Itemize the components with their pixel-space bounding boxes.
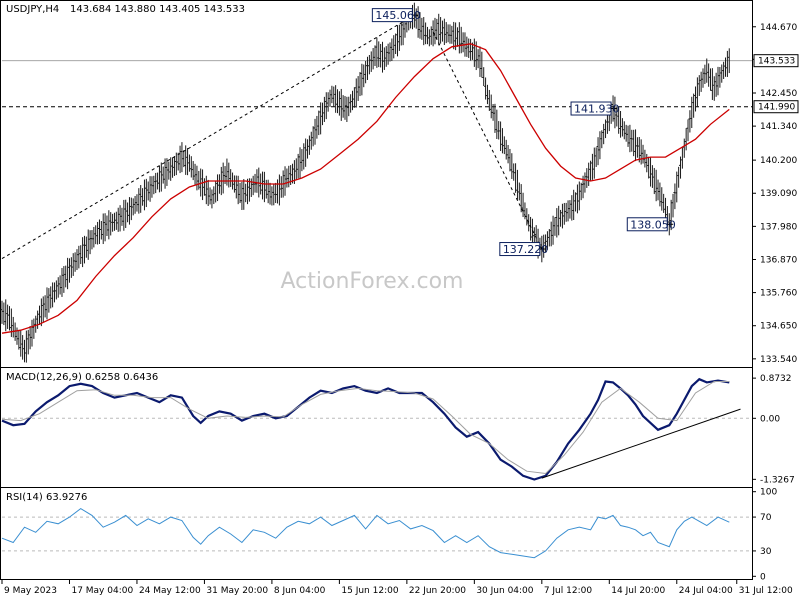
ohlc-readout: 143.684 143.880 143.405 143.533: [70, 4, 245, 15]
price-ytick-label: 142.450: [760, 89, 797, 99]
price-ytick-label: 137.980: [760, 222, 797, 232]
price-ytick-label: 135.760: [760, 289, 797, 299]
price-ytick-label: 139.090: [760, 189, 797, 199]
price-panel-title: USDJPY,H4: [6, 4, 59, 15]
xtick-label: 14 Jul 20:00: [611, 586, 665, 596]
xtick-label: 9 May 2023: [4, 586, 57, 596]
price-trendline-line: [1, 14, 415, 260]
macd-ytick-label: -1.3267: [760, 475, 795, 485]
macd-ytick-label: 0.00: [760, 414, 780, 424]
forex-chart: ActionForex.com 144.670143.580142.450141…: [0, 0, 799, 596]
time-axis: 9 May 2023 17 May 04:00 24 May 12:00 31 May…: [1, 580, 793, 596]
macd-trendline-line: [541, 408, 741, 479]
xtick-label: 7 Jul 12:00: [544, 586, 593, 596]
xtick-label: 15 Jun 12:00: [341, 586, 398, 596]
price-annotation-label: 137.220: [503, 243, 549, 256]
xtick-label: 31 Jul 12:00: [739, 586, 793, 596]
rsi-panel-title: RSI(14) 63.9276: [6, 492, 87, 503]
rsi-ytick-label: 100: [760, 488, 777, 498]
rsi-panel: 100 70 30 0: [1, 488, 777, 582]
price-annotation-label: 138.050: [630, 218, 676, 231]
price-annotation-label: 141.930: [574, 103, 620, 116]
macd-panel-frame: [0, 367, 753, 488]
price-ytick-label: 141.340: [760, 122, 797, 132]
xtick-label: 22 Jun 20:00: [409, 586, 466, 596]
price-ytick-label: 134.650: [760, 322, 797, 332]
macd-panel-title: MACD(12,26,9) 0.6258 0.6436: [6, 372, 158, 383]
xtick-label: 30 Jun 04:00: [476, 586, 533, 596]
price-ytick-label: 144.670: [760, 23, 797, 33]
price-ytick-label: 133.540: [760, 355, 797, 365]
price-annotation-label: 145.060: [375, 9, 421, 22]
xtick-label: 31 May 20:00: [206, 586, 268, 596]
support-level-label: 141.990: [758, 103, 795, 113]
price-ytick-label: 140.200: [760, 156, 797, 166]
rsi-rsi-line: [1, 507, 730, 559]
price-ytick-label: 136.870: [760, 255, 797, 265]
xtick-label: 17 May 04:00: [71, 586, 133, 596]
price-trendline-line: [432, 31, 543, 250]
rsi-ytick-label: 30: [760, 547, 772, 557]
xtick-label: 8 Jun 04:00: [274, 586, 326, 596]
current-price-label: 143.533: [758, 57, 795, 67]
price-panel: 144.670143.580142.450141.340140.200139.0…: [0, 2, 799, 365]
xtick-label: 24 Jul 04:00: [679, 586, 733, 596]
macd-panel: 0.8732 0.00 -1.3267: [1, 374, 795, 485]
xtick-label: 24 May 12:00: [139, 586, 201, 596]
watermark: ActionForex.com: [281, 269, 464, 294]
rsi-ytick-label: 70: [760, 513, 772, 523]
rsi-ytick-label: 0: [760, 572, 766, 582]
macd-ytick-label: 0.8732: [760, 374, 792, 384]
